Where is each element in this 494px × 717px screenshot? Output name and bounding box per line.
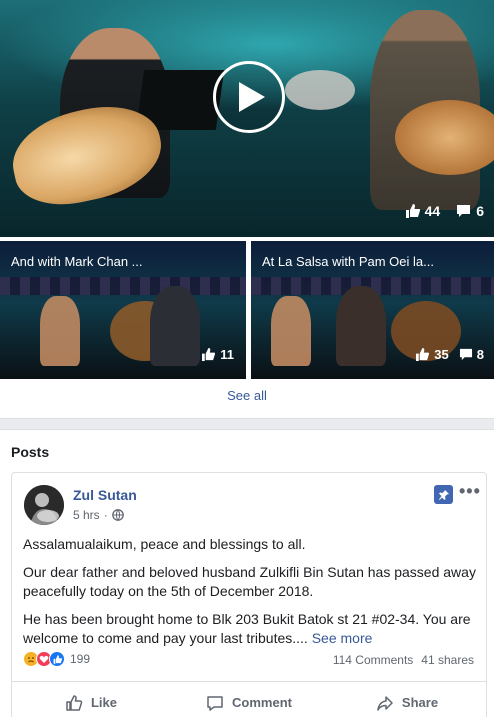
post-paragraph-text: He has been brought home to Blk 203 Buki… bbox=[23, 611, 471, 646]
thumbnail-title: At La Salsa with Pam Oei la... bbox=[262, 254, 434, 269]
thumbnail-performer bbox=[40, 296, 80, 366]
like-button[interactable]: Like bbox=[12, 682, 170, 717]
pin-icon bbox=[438, 489, 449, 500]
video-comments-count: 6 bbox=[476, 203, 484, 219]
avatar-image bbox=[24, 485, 64, 525]
comment-label: Comment bbox=[232, 695, 292, 710]
post-body: Assalamualaikum, peace and blessings to … bbox=[23, 535, 478, 657]
share-icon bbox=[377, 695, 393, 711]
see-all-link[interactable]: See all bbox=[0, 388, 494, 403]
posts-heading: Posts bbox=[11, 444, 50, 460]
thumbnail-backdrop bbox=[0, 277, 246, 295]
reaction-count: 199 bbox=[70, 652, 91, 666]
more-options-icon[interactable]: ••• bbox=[459, 481, 481, 502]
comment-icon bbox=[459, 348, 472, 361]
like-label: Like bbox=[90, 695, 117, 710]
post-meta: 5 hrs · bbox=[73, 508, 124, 522]
thumbnail-2-stats: 35 8 bbox=[415, 347, 484, 362]
post-paragraph: Our dear father and beloved husband Zulk… bbox=[23, 564, 476, 599]
thumbs-up-icon bbox=[202, 348, 216, 361]
video-comments: 6 bbox=[456, 203, 484, 219]
comment-button[interactable]: Comment bbox=[170, 682, 328, 717]
video-drums bbox=[285, 70, 355, 110]
share-button[interactable]: Share bbox=[328, 682, 486, 717]
post-card: Zul Sutan 5 hrs · ••• Assalamualaikum, p… bbox=[11, 472, 487, 717]
thumbnail-likes-count: 11 bbox=[220, 347, 234, 362]
play-icon bbox=[239, 82, 265, 112]
video-stats: 44 6 bbox=[405, 203, 484, 219]
video-player[interactable]: 44 6 bbox=[0, 0, 494, 237]
shares-count[interactable]: 41 shares bbox=[421, 653, 474, 667]
post-actions: Like Comment Share bbox=[12, 681, 486, 717]
post-author[interactable]: Zul Sutan bbox=[73, 487, 137, 503]
reactions-summary[interactable]: 199 bbox=[23, 651, 90, 667]
comment-outline-icon bbox=[207, 695, 223, 711]
meta-separator: · bbox=[103, 508, 108, 522]
pinned-badge bbox=[434, 485, 453, 504]
thumbnail-performer bbox=[336, 286, 386, 366]
post-paragraph-last: He has been brought home to Blk 203 Buki… bbox=[23, 610, 478, 648]
post-time[interactable]: 5 hrs bbox=[73, 508, 100, 522]
thumbs-up-icon bbox=[405, 204, 420, 218]
section-divider bbox=[0, 418, 494, 430]
avatar[interactable] bbox=[24, 485, 64, 525]
comments-count[interactable]: 114 Comments bbox=[333, 653, 413, 667]
post-paragraph: Assalamualaikum, peace and blessings to … bbox=[23, 536, 306, 552]
thumbs-up-outline-icon bbox=[66, 694, 83, 711]
thumbnail-likes-count: 35 bbox=[434, 347, 449, 362]
share-label: Share bbox=[401, 695, 439, 710]
facebook-page: 44 6 And with Mark Chan ... 11 At La Sal… bbox=[0, 0, 494, 717]
thumbnail-1-stats: 11 bbox=[201, 347, 234, 362]
thumbnail-performer bbox=[150, 286, 200, 366]
engagement-counts: 114 Comments 41 shares bbox=[333, 653, 474, 667]
video-likes: 44 bbox=[405, 203, 441, 219]
thumbnail-performer bbox=[271, 296, 311, 366]
comment-icon bbox=[457, 205, 471, 217]
globe-icon bbox=[111, 509, 124, 521]
play-button[interactable] bbox=[213, 61, 285, 133]
thumbnail-comments-count: 8 bbox=[476, 347, 484, 362]
like-reaction-icon bbox=[49, 651, 65, 667]
see-more-link[interactable]: See more bbox=[312, 630, 373, 646]
thumbs-up-icon bbox=[416, 348, 430, 361]
video-guitar-right bbox=[395, 100, 494, 175]
thumbnail-title: And with Mark Chan ... bbox=[11, 254, 143, 269]
video-likes-count: 44 bbox=[424, 203, 441, 219]
